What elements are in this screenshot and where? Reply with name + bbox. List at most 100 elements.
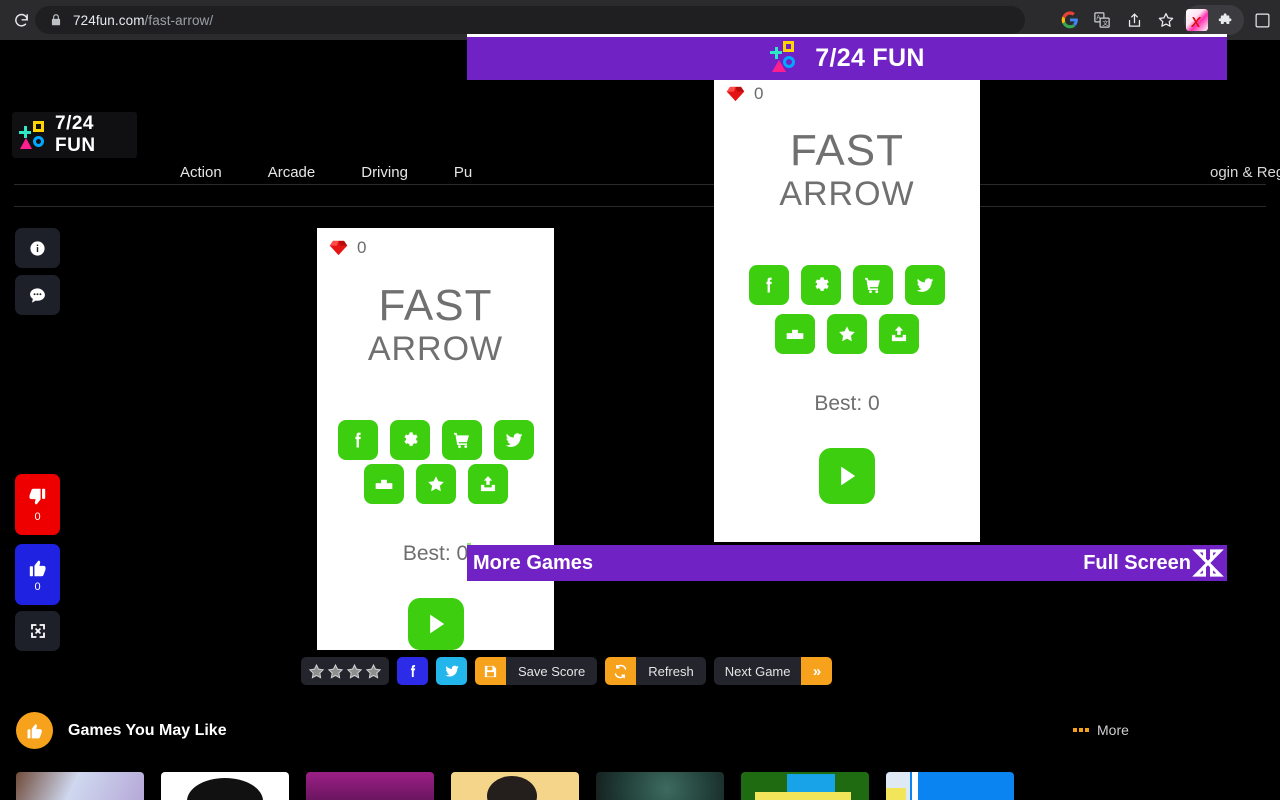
- star-icon: [839, 326, 855, 342]
- game-title-line1: FAST: [789, 126, 905, 175]
- url-domain: 724fun.com: [73, 12, 145, 28]
- next-game-button[interactable]: Next Game »: [713, 657, 833, 685]
- overlay-logo-shapes-icon: [769, 39, 803, 79]
- game-thumbnail[interactable]: [16, 772, 144, 800]
- google-account-icon[interactable]: [1054, 4, 1086, 36]
- nav-item-arcade[interactable]: Arcade: [268, 164, 316, 181]
- nav-item-action[interactable]: Action: [180, 164, 222, 181]
- twitter-icon: [505, 433, 522, 447]
- twitter-share-button[interactable]: [436, 657, 467, 685]
- share-icon[interactable]: [1118, 4, 1150, 36]
- star-icon[interactable]: [346, 663, 363, 680]
- save-score-label: Save Score: [506, 657, 598, 685]
- facebook-icon: [410, 665, 415, 677]
- best-score: Best: 0: [814, 392, 880, 415]
- leaderboard-button[interactable]: [775, 314, 815, 354]
- dislike-button[interactable]: 0: [15, 474, 60, 535]
- fullscreen-arrows-icon[interactable]: [1191, 546, 1225, 580]
- extensions-puzzle-icon[interactable]: [1210, 4, 1242, 36]
- game-thumbnail[interactable]: [886, 772, 1014, 800]
- double-chevron-right-icon: »: [801, 657, 833, 685]
- star-icon[interactable]: [308, 663, 325, 680]
- full-screen-label[interactable]: Full Screen: [1083, 552, 1191, 575]
- recommendations-title: Games You May Like: [68, 721, 227, 739]
- upload-icon: [480, 476, 495, 492]
- translate-icon[interactable]: A 文: [1086, 4, 1118, 36]
- more-link[interactable]: More: [1073, 722, 1129, 738]
- shop-button[interactable]: [853, 265, 893, 305]
- play-button[interactable]: [819, 448, 875, 504]
- gem-icon: [329, 240, 348, 256]
- like-button[interactable]: 0: [15, 544, 60, 605]
- thumbs-up-icon: [29, 560, 46, 576]
- recommendations-heading: Games You May Like: [16, 712, 227, 749]
- nav-item-puzzle[interactable]: Pu: [454, 164, 472, 181]
- svg-text:A: A: [1096, 16, 1100, 22]
- shop-button-back[interactable]: [441, 420, 482, 460]
- rate-button[interactable]: [827, 314, 867, 354]
- game-panel-background: 0 FAST ARROW Best: 0: [317, 228, 554, 650]
- rate-button-back[interactable]: [415, 464, 456, 504]
- game-thumbnail[interactable]: [451, 772, 579, 800]
- nav-item-driving[interactable]: Driving: [361, 164, 408, 181]
- facebook-button-back[interactable]: [337, 420, 378, 460]
- info-button[interactable]: [15, 228, 60, 268]
- main-navigation: Action Arcade Driving Pu: [180, 164, 472, 181]
- reload-icon[interactable]: [4, 3, 38, 37]
- comments-button[interactable]: [15, 275, 60, 315]
- more-dots-icon: [1073, 728, 1089, 732]
- game-thumbnail[interactable]: [306, 772, 434, 800]
- logo-text: 7/24 FUN: [55, 113, 96, 156]
- gem-score-back: 0: [357, 238, 367, 257]
- twitter-button-back[interactable]: [493, 420, 534, 460]
- star-icon[interactable]: [327, 663, 344, 680]
- settings-button[interactable]: [801, 265, 841, 305]
- refresh-button[interactable]: Refresh: [605, 657, 706, 685]
- play-button-back[interactable]: [407, 598, 464, 650]
- extension-thumbnail-icon[interactable]: [1186, 9, 1208, 31]
- facebook-share-button[interactable]: [397, 657, 428, 685]
- game-title-line2-back: ARROW: [367, 330, 504, 368]
- info-icon: [30, 240, 45, 256]
- fullscreen-button[interactable]: [15, 611, 60, 651]
- login-register-link[interactable]: ogin & Reg: [1210, 164, 1280, 181]
- circle-shape-icon: [33, 136, 44, 147]
- game-thumbnail[interactable]: [741, 772, 869, 800]
- game-thumbnail[interactable]: [596, 772, 724, 800]
- next-game-label: Next Game: [713, 657, 802, 685]
- url-text: 724fun.com/fast-arrow/: [73, 13, 213, 28]
- share-button-back[interactable]: [467, 464, 508, 504]
- game-buttons-row2: [775, 314, 919, 354]
- header-divider-top: [14, 184, 1266, 185]
- gem-score-row: 0: [329, 238, 366, 258]
- more-games-button[interactable]: More Games: [473, 552, 593, 575]
- settings-button-back[interactable]: [389, 420, 430, 460]
- profile-icon[interactable]: [1246, 4, 1278, 36]
- game-thumbnail[interactable]: [161, 772, 289, 800]
- like-count: 0: [34, 580, 41, 593]
- twitter-button[interactable]: [905, 265, 945, 305]
- bookmark-star-icon[interactable]: [1150, 4, 1182, 36]
- comment-icon: [30, 287, 45, 303]
- save-score-button[interactable]: Save Score: [475, 657, 598, 685]
- game-title-line2: ARROW: [779, 175, 915, 213]
- overlay-header: 7/24 FUN: [467, 37, 1227, 80]
- gem-score-row-front: 0: [726, 84, 763, 104]
- expand-icon: [30, 624, 45, 638]
- leaderboard-button-back[interactable]: [363, 464, 404, 504]
- overlay-footer: More Games Full Screen: [467, 545, 1227, 581]
- logo-shapes-icon: [18, 118, 52, 152]
- circle-shape-icon: [783, 55, 796, 68]
- site-logo[interactable]: 7/24 FUN: [12, 112, 137, 158]
- facebook-icon: [354, 432, 361, 448]
- share-button[interactable]: [879, 314, 919, 354]
- game-action-toolbar: Save Score Refresh Next Game »: [301, 657, 833, 685]
- game-title-line1-back: FAST: [378, 281, 493, 330]
- rating-stars[interactable]: [301, 657, 389, 685]
- gear-icon: [403, 432, 418, 446]
- star-icon[interactable]: [365, 663, 382, 680]
- plus-shape-icon: [19, 126, 31, 138]
- facebook-button[interactable]: [749, 265, 789, 305]
- address-bar[interactable]: 724fun.com/fast-arrow/: [35, 6, 1025, 34]
- cart-icon: [453, 432, 469, 449]
